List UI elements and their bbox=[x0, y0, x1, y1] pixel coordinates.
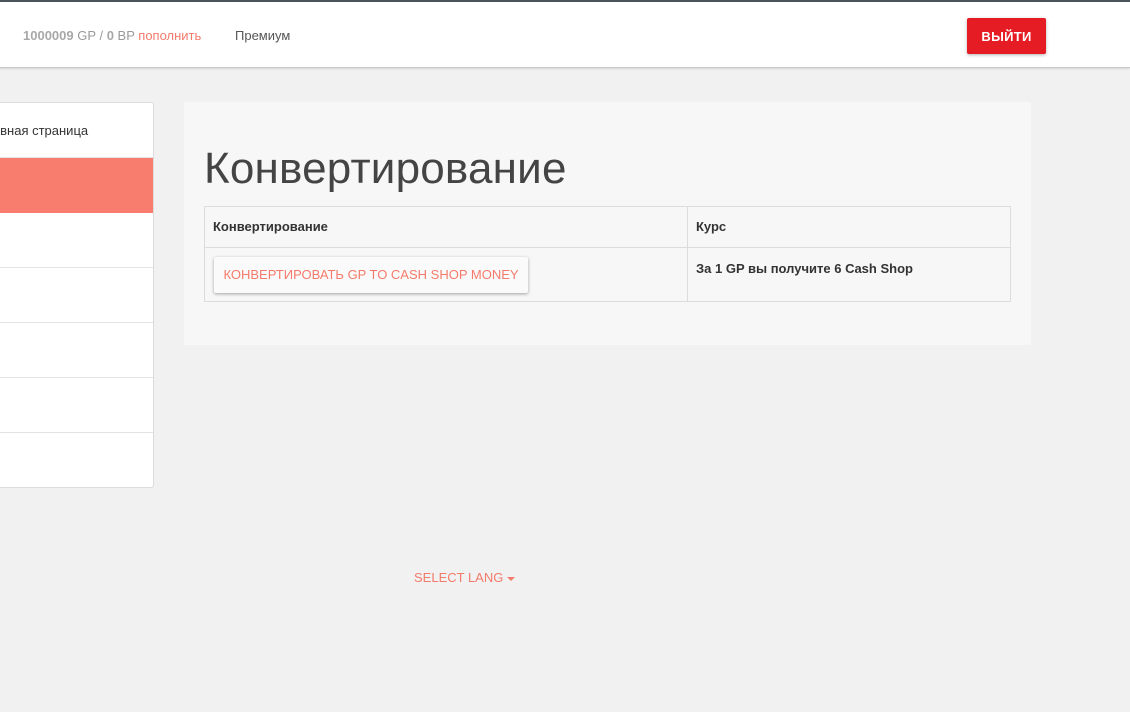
convert-panel: Конвертирование Конвертирование Курс КОН… bbox=[184, 102, 1031, 345]
page-title: Конвертирование bbox=[204, 144, 567, 193]
logout-button[interactable]: ВЫЙТИ bbox=[967, 18, 1046, 54]
bp-amount: 0 bbox=[106, 28, 114, 43]
balance-separator: / bbox=[99, 28, 104, 43]
caret-down-icon bbox=[507, 576, 516, 581]
sidebar-item[interactable] bbox=[0, 213, 153, 268]
sidebar-menu: Главная страница bbox=[0, 102, 154, 488]
column-header-rate: Курс bbox=[687, 206, 1011, 248]
select-lang-label: SELECT LANG bbox=[414, 570, 504, 585]
convert-gp-button[interactable]: КОНВЕРТИРОВАТЬ GP TO CASH SHOP MONEY bbox=[214, 257, 528, 293]
convert-cell: КОНВЕРТИРОВАТЬ GP TO CASH SHOP MONEY bbox=[204, 247, 688, 302]
sidebar-item-label: Главная страница bbox=[0, 123, 89, 138]
sidebar-item-home[interactable]: Главная страница bbox=[0, 103, 153, 158]
sidebar-item[interactable] bbox=[0, 378, 153, 433]
sidebar-item[interactable] bbox=[0, 323, 153, 378]
sidebar-item[interactable] bbox=[0, 268, 153, 323]
sidebar-item[interactable] bbox=[0, 433, 153, 488]
top-navbar: 1000009 GP / 0 BP пополнить Премиум ВЫЙТ… bbox=[0, 0, 1130, 68]
topup-link[interactable]: пополнить bbox=[138, 28, 201, 43]
table-header-row: Конвертирование Курс bbox=[204, 206, 1011, 248]
convert-table: Конвертирование Курс КОНВЕРТИРОВАТЬ GP T… bbox=[204, 206, 1011, 302]
sidebar-item-active[interactable] bbox=[0, 158, 153, 213]
select-lang-dropdown[interactable]: SELECT LANG bbox=[414, 570, 516, 585]
column-header-convert: Конвертирование bbox=[204, 206, 688, 248]
rate-cell: За 1 GP вы получите 6 Cash Shop bbox=[687, 247, 1011, 302]
table-row: КОНВЕРТИРОВАТЬ GP TO CASH SHOP MONEY За … bbox=[204, 247, 1011, 302]
balance-display: 1000009 GP / 0 BP пополнить bbox=[23, 28, 201, 43]
bp-unit: BP bbox=[117, 28, 135, 43]
gp-unit: GP bbox=[77, 28, 96, 43]
premium-link[interactable]: Премиум bbox=[235, 28, 290, 43]
gp-amount: 1000009 bbox=[23, 28, 74, 43]
